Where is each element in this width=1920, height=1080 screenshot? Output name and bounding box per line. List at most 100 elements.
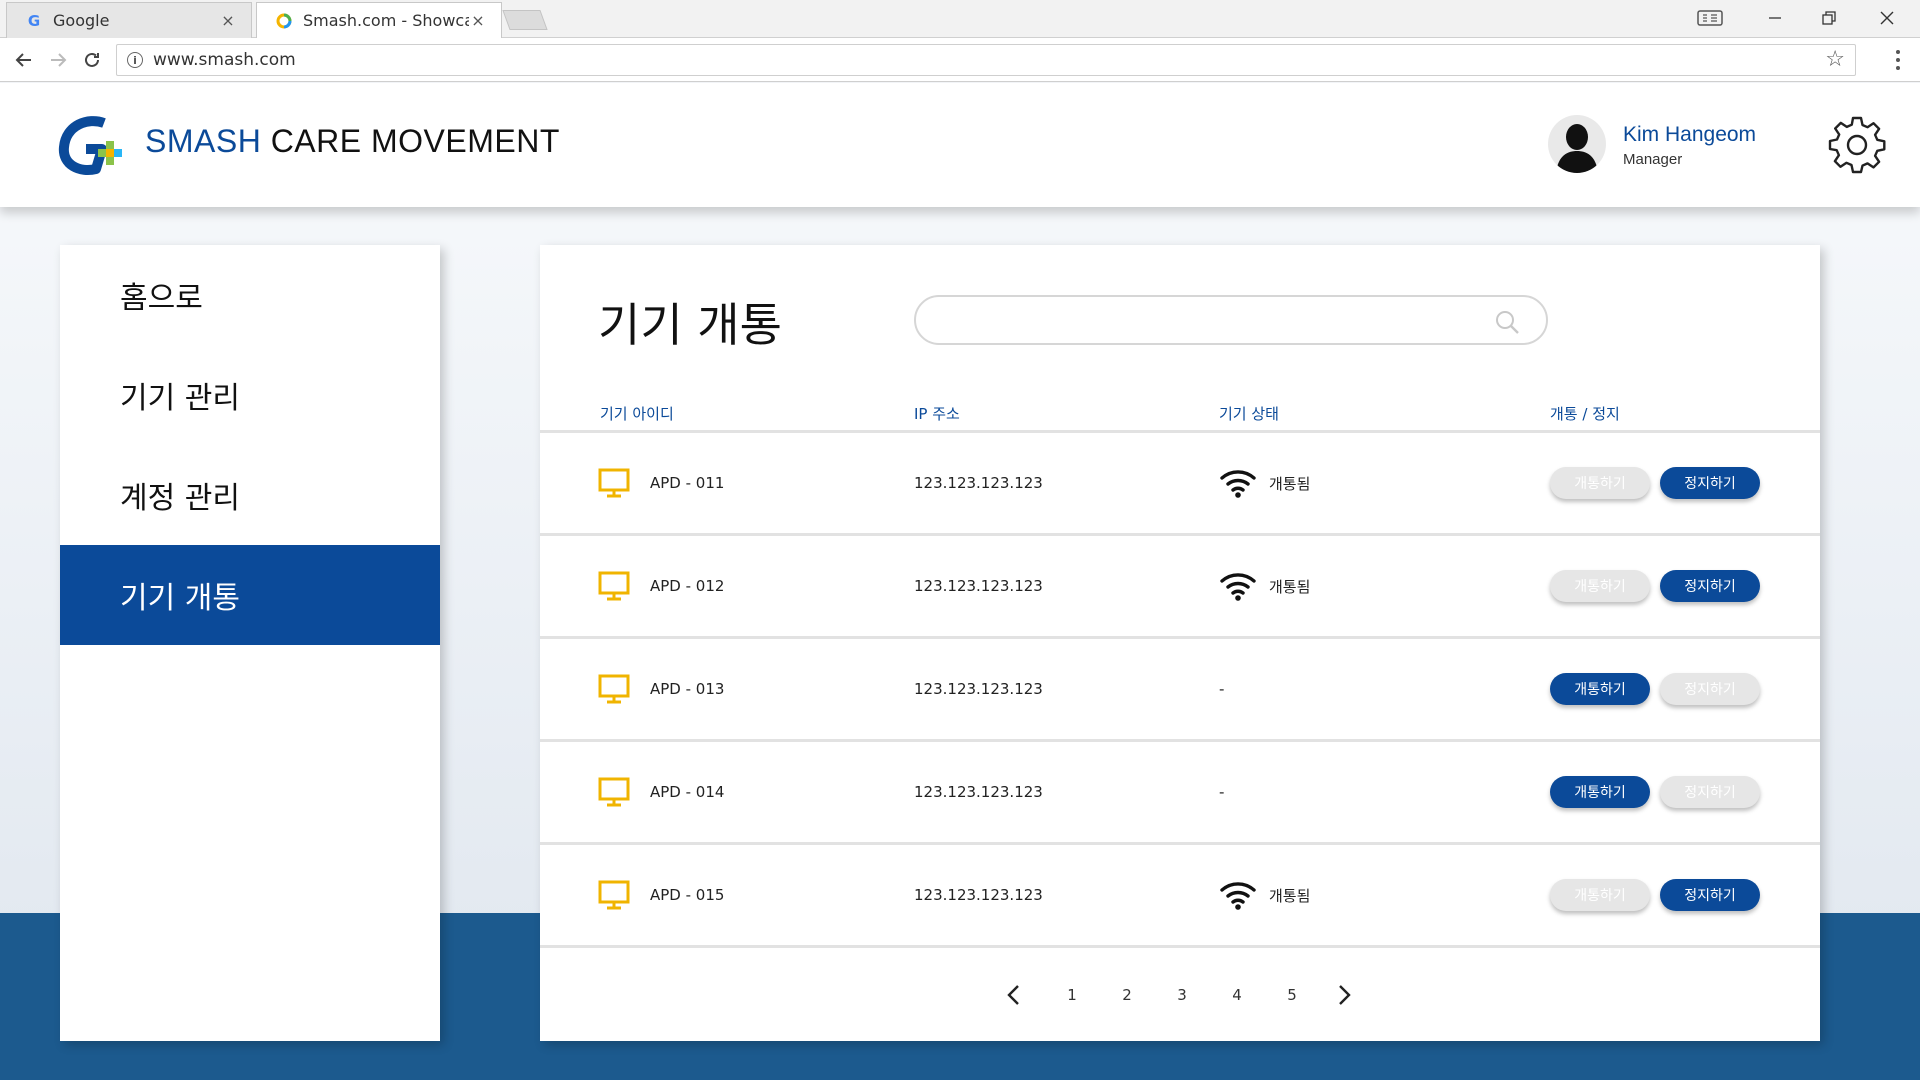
bookmark-star-icon[interactable]: ☆ <box>1825 47 1845 72</box>
brand-part-care: CARE MOVEMENT <box>261 123 560 159</box>
device-status: - <box>1219 783 1225 801</box>
next-page-icon[interactable] <box>1332 980 1356 1010</box>
wifi-icon <box>1220 470 1256 498</box>
ip-address: 123.123.123.123 <box>914 783 1043 801</box>
profile-badge-icon[interactable] <box>1690 0 1730 36</box>
tab-close-icon[interactable]: × <box>469 11 487 30</box>
restore-icon[interactable] <box>1806 0 1852 36</box>
activate-button[interactable]: 개통하기 <box>1550 467 1650 499</box>
window-close-icon[interactable] <box>1864 0 1910 36</box>
sidebar-item-label: 기기 관리 <box>120 381 240 416</box>
site-info-icon[interactable]: i <box>127 52 143 68</box>
device-status-cell: 개통됨 <box>1219 536 1310 636</box>
back-arrow-icon[interactable] <box>8 44 40 76</box>
avatar[interactable] <box>1548 115 1606 173</box>
reload-icon[interactable] <box>76 44 108 76</box>
suspend-button[interactable]: 정지하기 <box>1660 673 1760 705</box>
browser-menu-icon[interactable] <box>1888 44 1908 76</box>
address-bar[interactable]: i www.smash.com ☆ <box>116 44 1856 76</box>
activate-button[interactable]: 개통하기 <box>1550 879 1650 911</box>
table-row: APD - 013 123.123.123.123 - 개통하기 정지하기 <box>540 639 1820 742</box>
suspend-button[interactable]: 정지하기 <box>1660 570 1760 602</box>
sidebar-item-label: 기기 개통 <box>120 581 240 616</box>
sidebar-item-label: 홈으로 <box>120 281 203 316</box>
monitor-icon <box>598 674 630 704</box>
tab-close-icon[interactable]: × <box>219 11 237 30</box>
device-id-cell: APD - 011 <box>598 433 724 533</box>
device-status: 개통됨 <box>1269 577 1311 596</box>
browser-tabstrip: G Google × Smash.com - Showcasin × <box>0 0 1920 38</box>
monitor-icon <box>598 777 630 807</box>
device-id: APD - 011 <box>650 474 725 492</box>
brand-part-smash: SMASH <box>145 123 262 159</box>
device-status-cell: - <box>1219 639 1224 739</box>
monitor-icon <box>598 571 630 601</box>
brand-title[interactable]: SMASH CARE MOVEMENT <box>145 123 560 160</box>
search-icon[interactable] <box>1494 309 1520 335</box>
page-number-5[interactable]: 5 <box>1277 980 1307 1010</box>
page-number-3[interactable]: 3 <box>1167 980 1197 1010</box>
prev-page-icon[interactable] <box>1002 980 1026 1010</box>
site-header: SMASH CARE MOVEMENT Kim Hangeom Manager <box>0 83 1920 207</box>
ip-address: 123.123.123.123 <box>914 474 1043 492</box>
sidebar-item-device-management[interactable]: 기기 관리 <box>60 345 440 445</box>
suspend-button[interactable]: 정지하기 <box>1660 879 1760 911</box>
browser-tab-google[interactable]: G Google × <box>6 2 252 38</box>
column-header-ip[interactable]: IP 주소 <box>914 403 960 424</box>
url-text: www.smash.com <box>153 50 296 70</box>
sidebar-item-label: 계정 관리 <box>120 481 240 516</box>
column-header-device-id[interactable]: 기기 아이디 <box>600 403 674 424</box>
sidebar-item-device-activation[interactable]: 기기 개통 <box>60 545 440 645</box>
device-status: - <box>1219 680 1225 698</box>
smash-logo-icon[interactable] <box>58 115 132 177</box>
browser-tab-smash[interactable]: Smash.com - Showcasin × <box>256 2 502 38</box>
suspend-button[interactable]: 정지하기 <box>1660 776 1760 808</box>
wifi-icon <box>1220 573 1256 601</box>
page-title: 기기 개통 <box>598 298 782 352</box>
user-name[interactable]: Kim Hangeom <box>1623 123 1756 147</box>
suspend-button[interactable]: 정지하기 <box>1660 467 1760 499</box>
forward-arrow-icon[interactable] <box>42 44 74 76</box>
activate-button[interactable]: 개통하기 <box>1550 776 1650 808</box>
activate-button[interactable]: 개통하기 <box>1550 673 1650 705</box>
device-id-cell: APD - 012 <box>598 536 724 636</box>
device-status-cell: 개통됨 <box>1219 433 1310 533</box>
table-row: APD - 014 123.123.123.123 - 개통하기 정지하기 <box>540 742 1820 845</box>
device-status-cell: - <box>1219 742 1224 842</box>
column-header-status[interactable]: 기기 상태 <box>1219 403 1279 424</box>
sidebar-item-account-management[interactable]: 계정 관리 <box>60 445 440 545</box>
device-id: APD - 014 <box>650 783 725 801</box>
device-status: 개통됨 <box>1269 886 1311 905</box>
device-status-cell: 개통됨 <box>1219 845 1310 945</box>
new-tab-button[interactable] <box>502 10 548 30</box>
column-header-action[interactable]: 개통 / 정지 <box>1550 403 1620 424</box>
activate-button[interactable]: 개통하기 <box>1550 570 1650 602</box>
monitor-icon <box>598 468 630 498</box>
device-id: APD - 013 <box>650 680 725 698</box>
page-number-1[interactable]: 1 <box>1057 980 1087 1010</box>
ip-address: 123.123.123.123 <box>914 886 1043 904</box>
device-id-cell: APD - 014 <box>598 742 724 842</box>
minimize-icon[interactable] <box>1752 0 1798 36</box>
ip-address: 123.123.123.123 <box>914 577 1043 595</box>
device-id-cell: APD - 015 <box>598 845 724 945</box>
table-row: APD - 015 123.123.123.123 개통됨 개통하기 정지하기 <box>540 845 1820 948</box>
device-activation-panel: 기기 개통 기기 아이디 IP 주소 기기 상태 개통 / 정지 APD - 0… <box>540 245 1820 1041</box>
browser-toolbar: i www.smash.com ☆ <box>0 38 1920 82</box>
settings-gear-icon[interactable] <box>1826 114 1888 176</box>
device-id: APD - 012 <box>650 577 725 595</box>
tab-title: Smash.com - Showcasin <box>303 11 469 30</box>
page-content: SMASH CARE MOVEMENT Kim Hangeom Manager … <box>0 83 1920 1080</box>
device-id-cell: APD - 013 <box>598 639 724 739</box>
sidebar-item-home[interactable]: 홈으로 <box>60 245 440 345</box>
google-favicon-icon: G <box>27 11 41 30</box>
page-number-2[interactable]: 2 <box>1112 980 1142 1010</box>
user-role: Manager <box>1623 151 1683 168</box>
page-number-4[interactable]: 4 <box>1222 980 1252 1010</box>
table-row: APD - 011 123.123.123.123 개통됨 개통하기 정지하기 <box>540 433 1820 536</box>
search-input[interactable] <box>914 295 1548 345</box>
smash-favicon-icon <box>275 12 293 30</box>
device-id: APD - 015 <box>650 886 725 904</box>
sidebar: 홈으로 기기 관리 계정 관리 기기 개통 <box>60 245 440 1041</box>
table-row: APD - 012 123.123.123.123 개통됨 개통하기 정지하기 <box>540 536 1820 639</box>
